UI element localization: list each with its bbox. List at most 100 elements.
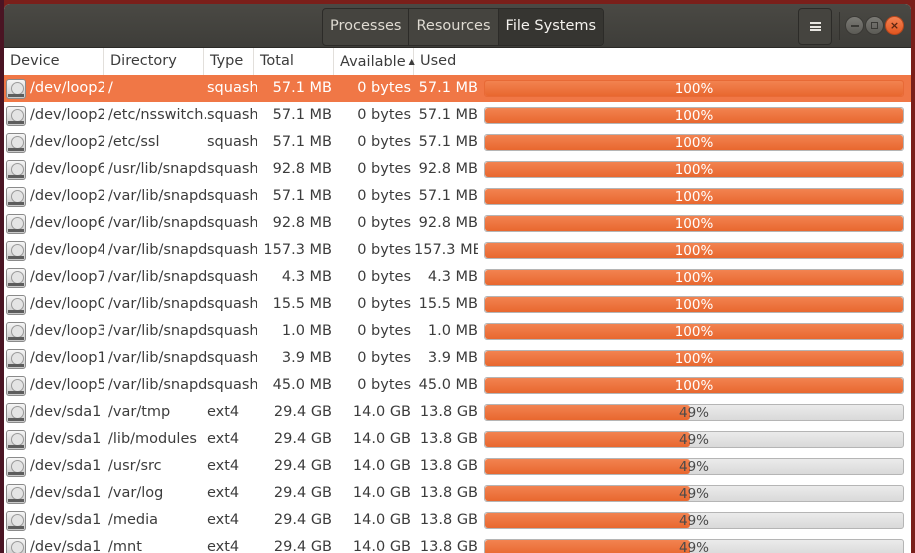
- column-header-device[interactable]: Device: [4, 48, 104, 75]
- table-row[interactable]: /dev/sda1/var/log ext4 29.4 GB 14.0 GB 13.8 …: [4, 480, 911, 507]
- table-row[interactable]: /dev/sda1/media ext4 29.4 GB 14.0 GB 13.8 GB…: [4, 507, 911, 534]
- table-row[interactable]: /dev/sda1/mnt ext4 29.4 GB 14.0 GB 13.8 GB 49…: [4, 534, 911, 553]
- column-header-total[interactable]: Total: [254, 48, 334, 75]
- device-cell: /dev/loop2: [30, 134, 104, 150]
- usage-bar-track: 100%: [484, 215, 904, 232]
- hard-drive-icon: [6, 321, 26, 342]
- type-cell: squash: [207, 161, 257, 177]
- device-cell: /dev/sda1: [30, 404, 102, 420]
- hard-drive-icon: [6, 510, 26, 531]
- hard-drive-icon: [6, 213, 26, 234]
- table-row[interactable]: /dev/loop2/ squash 57.1 MB 0 bytes 57.1 MB 10…: [4, 75, 911, 102]
- device-cell: /dev/sda1: [30, 512, 102, 528]
- available-cell: 0 bytes: [357, 296, 411, 312]
- drive-cell: [6, 453, 28, 480]
- filesystem-list: /dev/loop2/squash 57.1 MB 0 bytes 57.1 MB 10…: [4, 75, 911, 553]
- type-cell: squash: [207, 350, 257, 366]
- table-row[interactable]: /dev/sda1/var/tmp ext4 29.4 GB 14.0 GB 13.8 …: [4, 399, 911, 426]
- table-row[interactable]: /dev/loop2/etc/nsswitch. squash 57.1 MB 0 b…: [4, 102, 911, 129]
- menu-button[interactable]: [798, 8, 832, 45]
- hard-drive-icon: [6, 375, 26, 396]
- table-row[interactable]: /dev/loop3/var/lib/snapd squash 1.0 MB 0 by…: [4, 318, 911, 345]
- available-cell: 0 bytes: [357, 80, 411, 96]
- drive-cell: [6, 372, 28, 399]
- directory-cell: /media: [108, 512, 159, 528]
- used-cell: 92.8 MB: [418, 215, 478, 231]
- directory-cell: /var/lib/snapd: [108, 350, 206, 366]
- device-cell: /dev/loop6: [30, 215, 104, 231]
- table-row[interactable]: /dev/loop2/var/lib/snapd squash 57.1 MB 0 b…: [4, 183, 911, 210]
- directory-cell: /var/tmp: [108, 404, 171, 420]
- usage-bar-track: 100%: [484, 161, 904, 178]
- tab-file-systems[interactable]: File Systems: [498, 9, 604, 45]
- device-cell: /dev/sda1: [30, 431, 102, 447]
- total-cell: 29.4 GB: [273, 512, 332, 528]
- available-cell: 14.0 GB: [352, 539, 411, 553]
- available-cell: 14.0 GB: [352, 485, 411, 501]
- table-row[interactable]: /dev/loop0/var/lib/snapd squash 15.5 MB 0 b…: [4, 291, 911, 318]
- hard-drive-icon: [6, 456, 26, 477]
- table-row[interactable]: /dev/loop6/usr/lib/snapd squash 92.8 MB 0 b…: [4, 156, 911, 183]
- hard-drive-icon: [6, 78, 26, 99]
- table-row[interactable]: /dev/loop2/etc/ssl squash 57.1 MB 0 bytes 57…: [4, 129, 911, 156]
- available-cell: 0 bytes: [357, 107, 411, 123]
- system-monitor-window: Processes Resources File Systems × Devic…: [4, 4, 911, 553]
- maximize-icon: [871, 22, 878, 29]
- column-header-available[interactable]: Available ▲: [334, 48, 415, 75]
- total-cell: 92.8 MB: [272, 161, 332, 177]
- hard-drive-icon: [6, 132, 26, 153]
- used-cell: 157.3 MB: [414, 242, 478, 258]
- available-cell: 0 bytes: [357, 215, 411, 231]
- usage-percent: 49%: [678, 405, 709, 421]
- table-row[interactable]: /dev/loop4/var/lib/snapd squash 157.3 MB 0 …: [4, 237, 911, 264]
- total-cell: 29.4 GB: [273, 539, 332, 553]
- usage-bar-track: 100%: [484, 107, 904, 124]
- table-row[interactable]: /dev/sda1/usr/src ext4 29.4 GB 14.0 GB 13.8 …: [4, 453, 911, 480]
- type-cell: squash: [207, 377, 257, 393]
- directory-cell: /etc/nsswitch.: [108, 107, 206, 123]
- usage-bar: 49%: [484, 512, 904, 529]
- total-cell: 3.9 MB: [281, 350, 332, 366]
- tab-resources[interactable]: Resources: [409, 9, 499, 45]
- directory-cell: /lib/modules: [108, 431, 197, 447]
- total-cell: 92.8 MB: [272, 215, 332, 231]
- table-row[interactable]: /dev/loop1/var/lib/snapd squash 3.9 MB 0 by…: [4, 345, 911, 372]
- table-row[interactable]: /dev/sda1/lib/modules ext4 29.4 GB 14.0 GB 1…: [4, 426, 911, 453]
- total-cell: 45.0 MB: [272, 377, 332, 393]
- table-row[interactable]: /dev/loop7/var/lib/snapd squash 4.3 MB 0 by…: [4, 264, 911, 291]
- maximize-button[interactable]: [865, 16, 884, 35]
- hamburger-menu-icon: [809, 22, 821, 31]
- usage-percent: 100%: [674, 108, 714, 124]
- tab-processes[interactable]: Processes: [323, 9, 410, 45]
- table-row[interactable]: /dev/loop5/var/lib/snapd squash 45.0 MB 0 b…: [4, 372, 911, 399]
- column-header-used[interactable]: Used: [414, 48, 911, 75]
- usage-bar-track: 49%: [484, 404, 904, 421]
- drive-cell: [6, 75, 28, 102]
- usage-percent: 100%: [674, 351, 714, 367]
- directory-cell: /var/lib/snapd: [108, 242, 206, 258]
- usage-bar: 100%: [484, 134, 904, 151]
- directory-cell: /usr/src: [108, 458, 162, 474]
- device-cell: /dev/loop0: [30, 296, 104, 312]
- view-switcher: Processes Resources File Systems: [322, 8, 605, 46]
- usage-bar: 100%: [484, 296, 904, 313]
- used-cell: 1.0 MB: [427, 323, 478, 339]
- minimize-button[interactable]: [845, 16, 864, 35]
- usage-percent: 49%: [678, 459, 709, 475]
- usage-percent: 100%: [674, 243, 714, 259]
- usage-bar: 100%: [484, 269, 904, 286]
- column-label: Directory: [110, 53, 177, 69]
- usage-bar-track: 100%: [484, 323, 904, 340]
- type-cell: squash: [207, 296, 257, 312]
- directory-cell: /mnt: [108, 539, 142, 553]
- usage-percent: 100%: [674, 378, 714, 394]
- column-header-directory[interactable]: Directory: [104, 48, 204, 75]
- device-cell: /dev/sda1: [30, 485, 102, 501]
- header-separator: [839, 12, 840, 40]
- used-cell: 15.5 MB: [418, 296, 478, 312]
- close-button[interactable]: ×: [885, 16, 904, 35]
- column-header-type[interactable]: Type: [204, 48, 254, 75]
- table-row[interactable]: /dev/loop6/var/lib/snapd squash 92.8 MB 0 b…: [4, 210, 911, 237]
- device-cell: /dev/loop2: [30, 107, 104, 123]
- total-cell: 57.1 MB: [272, 134, 332, 150]
